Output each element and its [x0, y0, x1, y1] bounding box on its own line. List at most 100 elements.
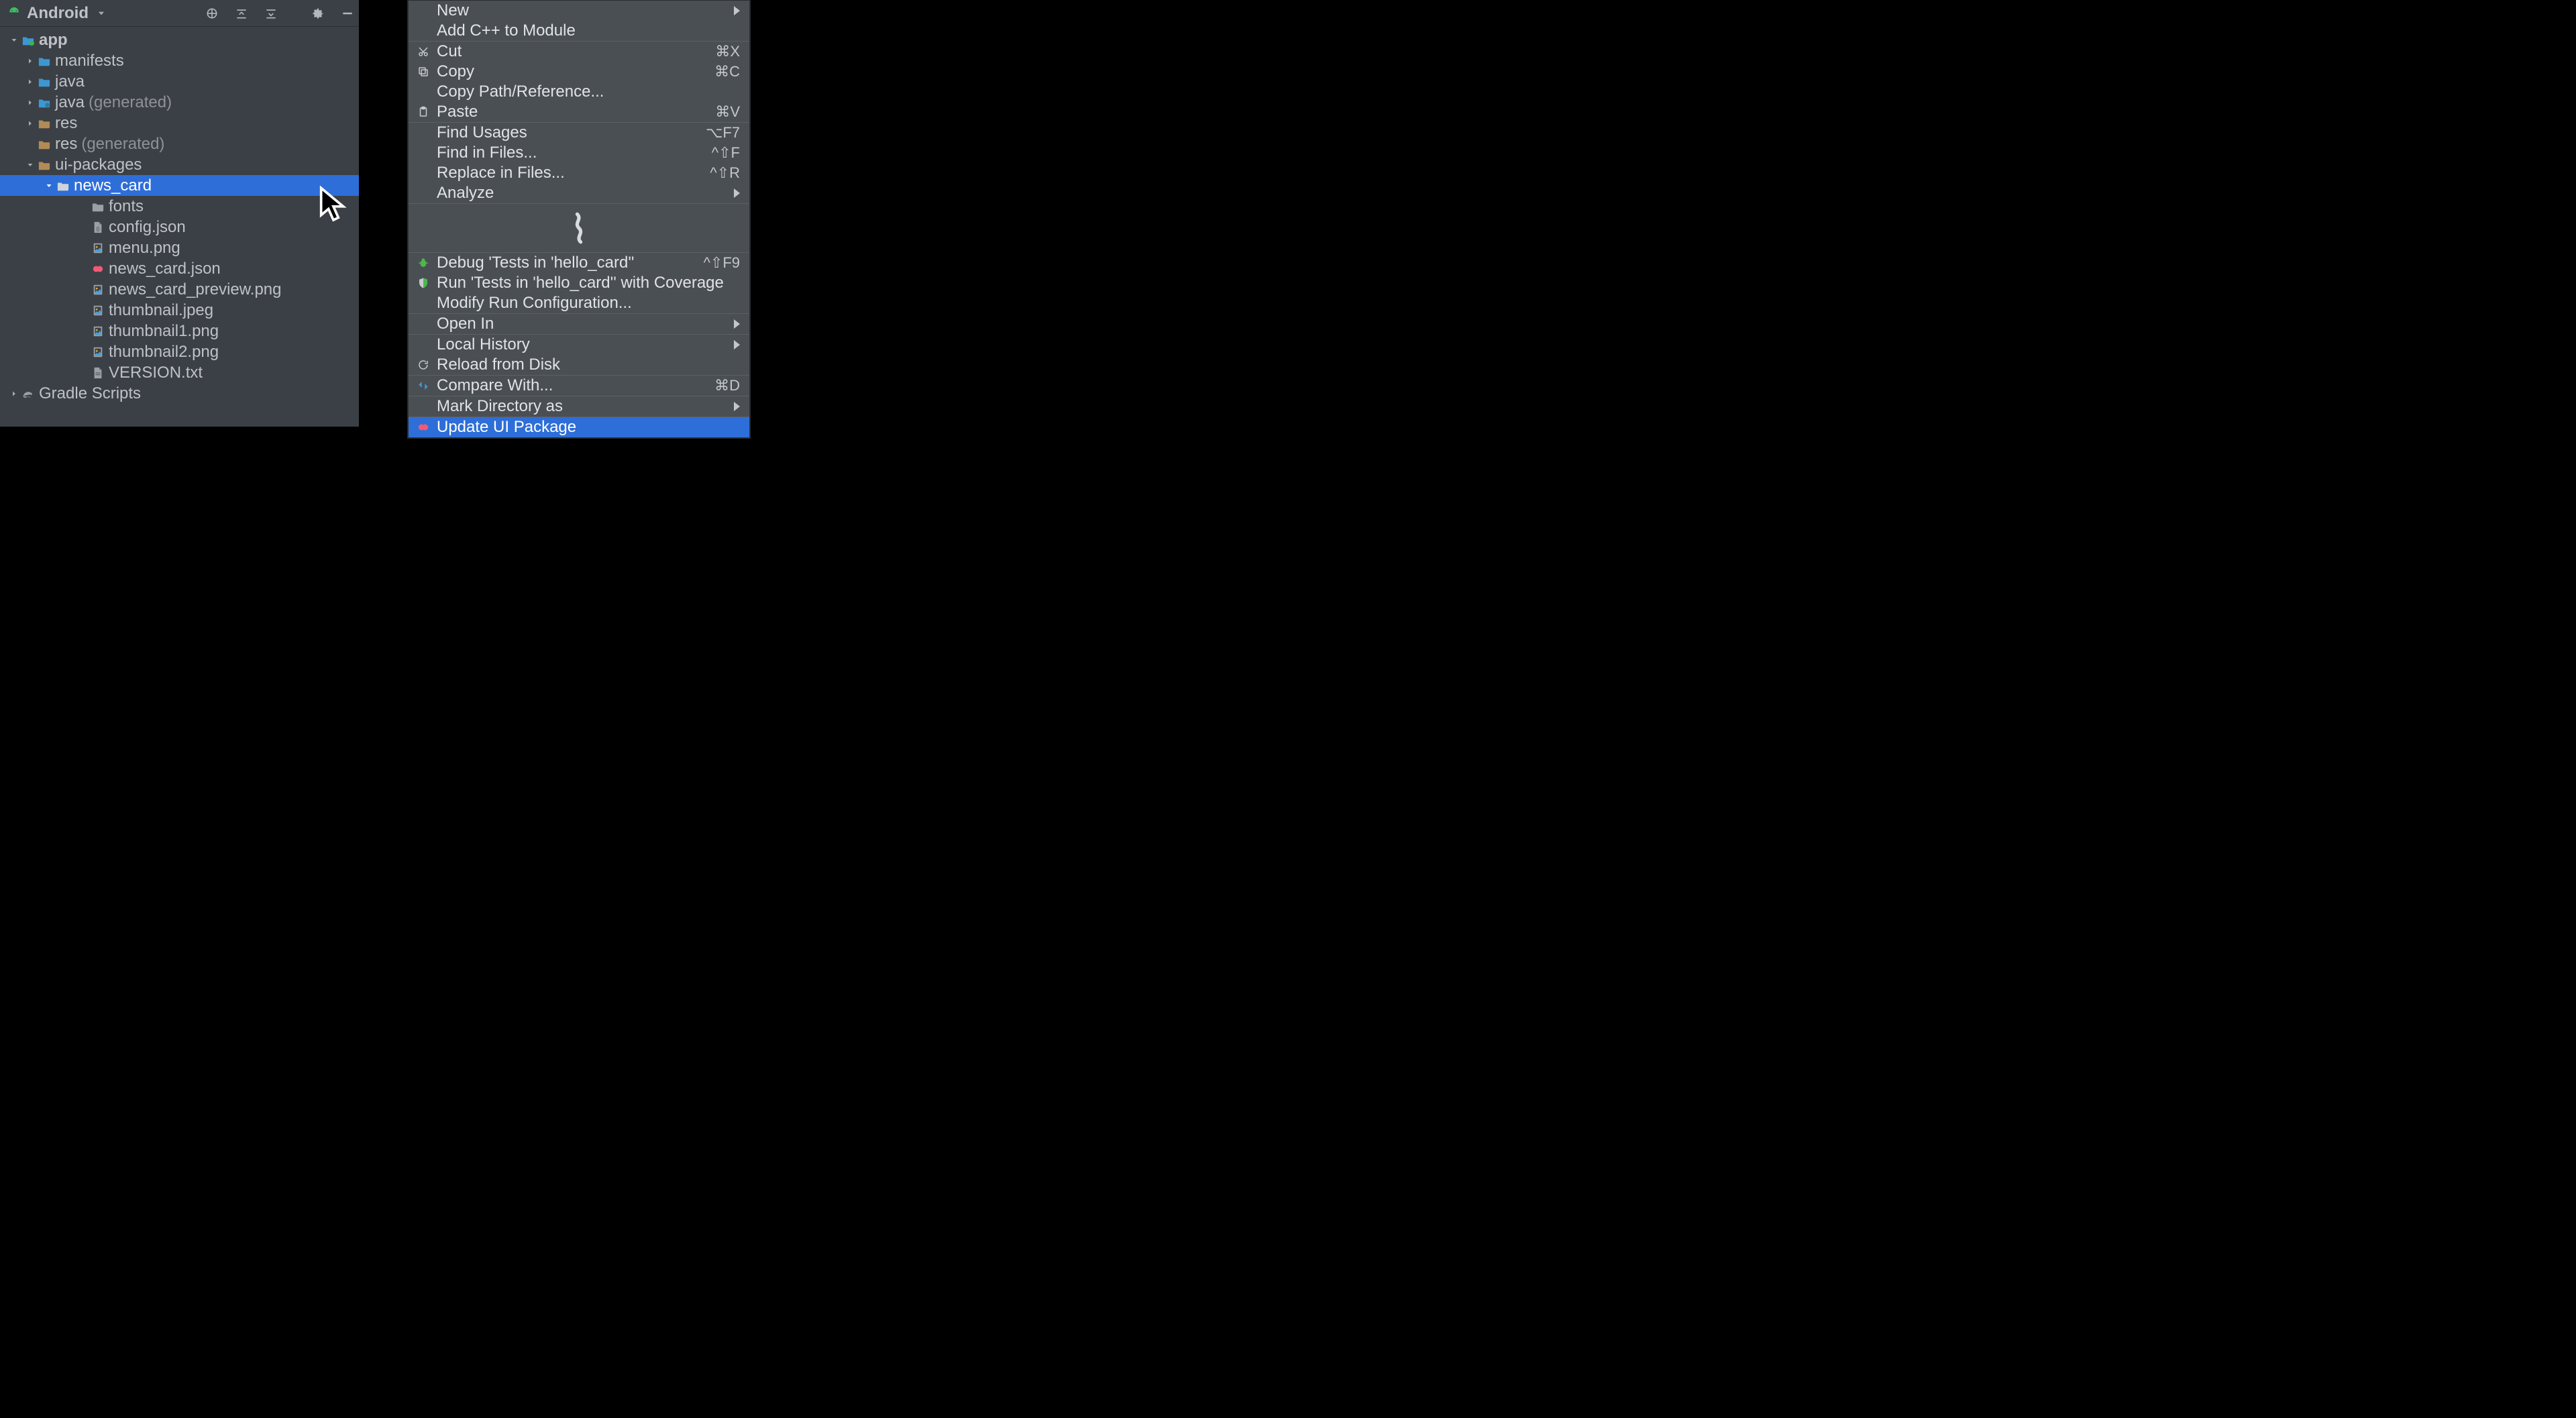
menu-item-shortcut: ^⇧F	[712, 144, 740, 162]
chevron-right-icon[interactable]	[25, 77, 35, 87]
blank-icon	[415, 337, 431, 353]
tree-node-res[interactable]: res	[0, 113, 359, 133]
tree-node-thumbnail.jpeg[interactable]: thumbnail.jpeg	[0, 300, 359, 321]
pink-icon	[415, 419, 431, 435]
tree-node-label: VERSION.txt	[109, 364, 203, 382]
copy-icon	[415, 64, 431, 80]
menu-item-update-ui-pkg[interactable]: Update UI Package	[409, 417, 749, 437]
menu-item-label: Copy	[437, 62, 474, 81]
submenu-chevron-icon	[734, 398, 740, 415]
tree-node-thumbnail2.png[interactable]: thumbnail2.png	[0, 341, 359, 362]
menu-item-add-cpp[interactable]: Add C++ to Module	[409, 21, 749, 41]
folder-res-icon	[38, 117, 51, 130]
file-pink-icon	[91, 262, 105, 276]
submenu-chevron-icon	[734, 184, 740, 202]
tree-node-newscard_prev[interactable]: news_card_preview.png	[0, 279, 359, 300]
menu-item-run-coverage[interactable]: Run 'Tests in 'hello_card'' with Coverag…	[409, 273, 749, 293]
menu-item-shortcut: ⌘V	[715, 103, 740, 121]
file-image-icon	[91, 283, 105, 296]
compare-icon	[415, 378, 431, 394]
tree-node-news_card[interactable]: news_card	[0, 175, 359, 196]
tree-node-label: java	[55, 93, 85, 112]
menu-item-label: Local History	[437, 335, 530, 354]
tree-node-ui-packages[interactable]: ui-packages	[0, 154, 359, 175]
tree-node-label: ui-packages	[55, 156, 142, 174]
menu-item-analyze[interactable]: Analyze	[409, 183, 749, 203]
select-opened-file-icon[interactable]	[205, 6, 219, 21]
blank-icon	[415, 125, 431, 141]
tree-node-menu.png[interactable]: menu.png	[0, 237, 359, 258]
hide-panel-icon[interactable]	[340, 6, 355, 21]
tree-node-VERSION.txt[interactable]: VERSION.txt	[0, 362, 359, 383]
menu-item-open-in[interactable]: Open In	[409, 314, 749, 334]
chevron-right-icon[interactable]	[25, 98, 35, 107]
folder-plain-icon	[56, 179, 70, 193]
menu-item-new[interactable]: New	[409, 1, 749, 21]
menu-item-shortcut: ⌥F7	[706, 124, 740, 142]
blank-icon	[415, 398, 431, 415]
project-tool-window: Android appmanifestsjavajava(gener	[0, 0, 359, 427]
menu-item-cut[interactable]: Cut ⌘X	[409, 42, 749, 62]
settings-gear-icon[interactable]	[311, 6, 325, 21]
menu-item-label: New	[437, 1, 469, 20]
menu-item-label: Run 'Tests in 'hello_card'' with Coverag…	[437, 274, 724, 292]
menu-item-copy-path[interactable]: Copy Path/Reference...	[409, 82, 749, 102]
tree-node-config.json[interactable]: {}config.json	[0, 217, 359, 237]
folder-res-icon	[38, 158, 51, 172]
gradle-icon	[21, 387, 35, 400]
shield-icon	[415, 275, 431, 291]
menu-item-modify-run[interactable]: Modify Run Configuration...	[409, 293, 749, 313]
menu-item-label: Modify Run Configuration...	[437, 294, 632, 313]
menu-item-label: Debug 'Tests in 'hello_card''	[437, 254, 635, 272]
menu-item-label: Find Usages	[437, 123, 527, 142]
menu-item-shortcut: ^⇧F9	[704, 254, 740, 272]
expand-all-icon[interactable]	[234, 6, 249, 21]
tree-node-label: thumbnail.jpeg	[109, 301, 213, 320]
file-text-icon	[91, 366, 105, 380]
tree-node-news_card.json[interactable]: news_card.json	[0, 258, 359, 279]
file-image-icon	[91, 325, 105, 338]
tree-node-java[interactable]: java	[0, 71, 359, 92]
dropdown-caret-icon	[94, 6, 109, 21]
chevron-down-icon[interactable]	[44, 181, 54, 190]
chevron-down-icon[interactable]	[9, 36, 19, 45]
tree-node-suffix: (generated)	[89, 93, 172, 112]
tree-node-res-gen[interactable]: res(generated)	[0, 133, 359, 154]
project-view-selector[interactable]: Android	[7, 4, 109, 23]
menu-item-shortcut: ^⇧R	[710, 164, 740, 182]
project-tree[interactable]: appmanifestsjavajava(generated)resres(ge…	[0, 27, 359, 404]
menu-item-replace-in-files[interactable]: Replace in Files... ^⇧R	[409, 163, 749, 183]
menu-item-local-history[interactable]: Local History	[409, 335, 749, 355]
tree-node-label: app	[39, 31, 68, 50]
menu-item-label: Analyze	[437, 184, 494, 203]
menu-item-label: Find in Files...	[437, 144, 537, 162]
folder-gen-icon	[38, 96, 51, 109]
tree-node-manifests[interactable]: manifests	[0, 50, 359, 71]
menu-item-find-in-files[interactable]: Find in Files... ^⇧F	[409, 143, 749, 163]
tree-node-java-gen[interactable]: java(generated)	[0, 92, 359, 113]
menu-item-reload-disk[interactable]: Reload from Disk	[409, 355, 749, 375]
menu-item-label: Cut	[437, 42, 462, 61]
tree-node-gradle[interactable]: Gradle Scripts	[0, 383, 359, 404]
menu-item-label: Paste	[437, 103, 478, 121]
menu-item-find-usages[interactable]: Find Usages ⌥F7	[409, 123, 749, 143]
menu-item-debug-tests[interactable]: Debug 'Tests in 'hello_card'' ^⇧F9	[409, 253, 749, 273]
tree-node-thumbnail1.png[interactable]: thumbnail1.png	[0, 321, 359, 341]
collapse-all-icon[interactable]	[264, 6, 278, 21]
blank-icon	[415, 316, 431, 332]
submenu-chevron-icon	[734, 2, 740, 19]
chevron-right-icon[interactable]	[25, 119, 35, 128]
menu-item-copy[interactable]: Copy⌘C	[409, 62, 749, 82]
tree-node-app[interactable]: app	[0, 30, 359, 50]
menu-item-shortcut: ⌘X	[715, 43, 740, 60]
menu-item-compare-with[interactable]: Compare With...⌘D	[409, 376, 749, 396]
menu-item-label: Mark Directory as	[437, 397, 563, 416]
chevron-right-icon[interactable]	[9, 389, 19, 398]
chevron-right-icon[interactable]	[25, 56, 35, 66]
tree-node-fonts[interactable]: fonts	[0, 196, 359, 217]
menu-item-label: Replace in Files...	[437, 164, 565, 182]
chevron-down-icon[interactable]	[25, 160, 35, 170]
menu-item-paste[interactable]: Paste ⌘V	[409, 102, 749, 122]
menu-item-mark-dir[interactable]: Mark Directory as	[409, 396, 749, 417]
tree-node-label: news_card_preview.png	[109, 280, 282, 299]
